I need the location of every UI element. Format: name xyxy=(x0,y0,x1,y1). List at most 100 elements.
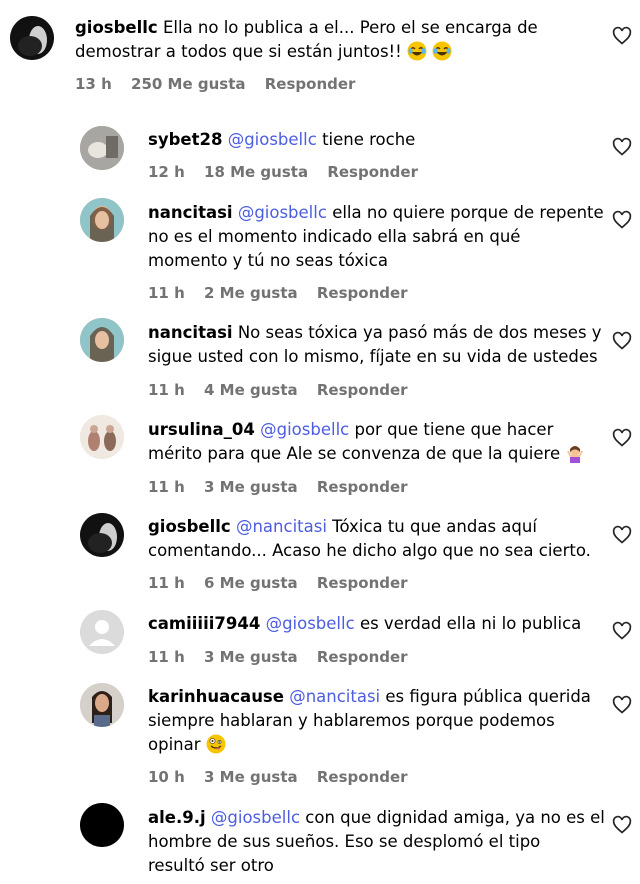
heart-icon[interactable] xyxy=(612,331,632,351)
comment-time: 13 h xyxy=(75,75,112,93)
person-shrugging-emoji-icon xyxy=(567,446,584,463)
avatar-photo-icon xyxy=(80,126,124,170)
reply-button[interactable]: Responder xyxy=(317,284,408,302)
comment-text: nancitasi No seas tóxica ya pasó más de … xyxy=(148,321,608,369)
comment-meta: 12 h 18 Me gusta Responder xyxy=(148,163,432,181)
reply-button[interactable]: Responder xyxy=(317,478,408,496)
comment-text: nancitasi @giosbellc ella no quiere porq… xyxy=(148,201,608,273)
comment-text: karinhuacause @nancitasi es figura públi… xyxy=(148,685,608,757)
comment-likes[interactable]: 3 Me gusta xyxy=(204,768,298,786)
comment-body-line2: no es el momento indicado ella sabrá en … xyxy=(148,227,521,246)
comment-username[interactable]: giosbellc xyxy=(148,517,231,536)
avatar[interactable] xyxy=(80,513,124,557)
comment-meta: 11 h 4 Me gusta Responder xyxy=(148,381,422,399)
comment-username[interactable]: ursulina_04 xyxy=(148,420,255,439)
avatar-photo-icon xyxy=(80,803,124,847)
reply-button[interactable]: Responder xyxy=(317,574,408,592)
comment-username[interactable]: giosbellc xyxy=(75,18,158,37)
mention-link[interactable]: @giosbellc xyxy=(260,420,349,439)
comment-likes[interactable]: 18 Me gusta xyxy=(204,163,308,181)
avatar[interactable] xyxy=(10,16,54,60)
comment-text: sybet28 @giosbellc tiene roche xyxy=(148,128,598,152)
default-avatar-icon xyxy=(80,610,124,654)
comment-meta: 10 h 3 Me gusta Responder xyxy=(148,768,422,786)
comment-likes[interactable]: 4 Me gusta xyxy=(204,381,298,399)
heart-icon[interactable] xyxy=(612,525,632,545)
comment-text: giosbellc Ella no lo publica a el... Per… xyxy=(75,16,605,64)
comment-time: 12 h xyxy=(148,163,185,181)
reply-button[interactable]: Responder xyxy=(317,768,408,786)
comment-likes[interactable]: 3 Me gusta xyxy=(204,648,298,666)
comment-body: Tóxica tu que andas aquí xyxy=(332,517,537,536)
comment-body-line2: mérito para que Ale se convenza de que l… xyxy=(148,444,561,463)
comment-time: 11 h xyxy=(148,648,185,666)
heart-icon[interactable] xyxy=(612,210,632,230)
avatar[interactable] xyxy=(80,318,124,362)
heart-icon[interactable] xyxy=(612,621,632,641)
comment-body-line2: siempre hablaran y hablaremos porque pod… xyxy=(148,711,555,730)
comment-body-line2: comentando... Acaso he dicho algo que no… xyxy=(148,541,591,560)
heart-icon[interactable] xyxy=(612,815,632,835)
comment-username[interactable]: nancitasi xyxy=(148,323,233,342)
comment-body: Ella no lo publica a el... Pero el se en… xyxy=(162,18,538,37)
comment-meta: 11 h 3 Me gusta Responder xyxy=(148,648,422,666)
heart-icon[interactable] xyxy=(612,695,632,715)
heart-icon[interactable] xyxy=(612,26,632,46)
avatar[interactable] xyxy=(80,803,124,847)
mention-link[interactable]: @nancitasi xyxy=(236,517,327,536)
comment-body: por que tiene que hacer xyxy=(354,420,554,439)
comment-body-line2: hombre de sus sueños. Eso se desplomó el… xyxy=(148,832,541,851)
comment-text: ale.9.j @giosbellc con que dignidad amig… xyxy=(148,806,608,878)
comment-body-line2: sigue usted con lo mismo, fíjate en su v… xyxy=(148,347,598,366)
avatar-photo-icon xyxy=(80,513,124,557)
comment-likes[interactable]: 250 Me gusta xyxy=(131,75,246,93)
comment-likes[interactable]: 6 Me gusta xyxy=(204,574,298,592)
comment-body-line2: demostrar a todos que si están juntos!! xyxy=(75,42,402,61)
comment-time: 11 h xyxy=(148,381,185,399)
mention-link[interactable]: @giosbellc xyxy=(238,203,327,222)
comment-body-line3: resultó ser otro xyxy=(148,856,274,875)
comment-body: tiene roche xyxy=(322,130,416,149)
comment-time: 11 h xyxy=(148,478,185,496)
reply-button[interactable]: Responder xyxy=(317,648,408,666)
reply-button[interactable]: Responder xyxy=(265,75,356,93)
comment-text: giosbellc @nancitasi Tóxica tu que andas… xyxy=(148,515,608,563)
comment-username[interactable]: nancitasi xyxy=(148,203,233,222)
heart-icon[interactable] xyxy=(612,137,632,157)
avatar[interactable] xyxy=(80,683,124,727)
avatar-photo-icon xyxy=(10,16,54,60)
joy-emoji-icon xyxy=(407,41,427,61)
comment-username[interactable]: camiiiii7944 xyxy=(148,614,260,633)
comment-body: es figura pública querida xyxy=(385,687,591,706)
avatar[interactable] xyxy=(80,198,124,242)
comment-time: 11 h xyxy=(148,574,185,592)
comment-body-line3: momento y tú no seas tóxica xyxy=(148,251,388,270)
mention-link[interactable]: @giosbellc xyxy=(211,808,300,827)
comment-meta: 11 h 3 Me gusta Responder xyxy=(148,478,422,496)
comment-likes[interactable]: 2 Me gusta xyxy=(204,284,298,302)
comment-meta: 13 h 250 Me gusta Responder xyxy=(75,75,369,93)
avatar[interactable] xyxy=(80,610,124,654)
reply-button[interactable]: Responder xyxy=(317,381,408,399)
comment-meta: 11 h 6 Me gusta Responder xyxy=(148,574,422,592)
mention-link[interactable]: @nancitasi xyxy=(289,687,380,706)
mention-link[interactable]: @giosbellc xyxy=(266,614,355,633)
avatar-photo-icon xyxy=(80,683,124,727)
zany-face-emoji-icon xyxy=(206,734,226,754)
comment-text: camiiiii7944 @giosbellc es verdad ella n… xyxy=(148,612,608,636)
comment-likes[interactable]: 3 Me gusta xyxy=(204,478,298,496)
avatar[interactable] xyxy=(80,415,124,459)
comment-username[interactable]: karinhuacause xyxy=(148,687,284,706)
comment-time: 10 h xyxy=(148,768,185,786)
heart-icon[interactable] xyxy=(612,428,632,448)
comment-body: con que dignidad amiga, ya no es el xyxy=(305,808,605,827)
avatar-photo-icon xyxy=(80,415,124,459)
reply-button[interactable]: Responder xyxy=(327,163,418,181)
comment-body: No seas tóxica ya pasó más de dos meses … xyxy=(237,323,602,342)
comment-time: 11 h xyxy=(148,284,185,302)
mention-link[interactable]: @giosbellc xyxy=(228,130,317,149)
comment-username[interactable]: sybet28 xyxy=(148,130,222,149)
comment-username[interactable]: ale.9.j xyxy=(148,808,206,827)
comment-body: es verdad ella ni lo publica xyxy=(359,614,582,633)
avatar[interactable] xyxy=(80,126,124,170)
